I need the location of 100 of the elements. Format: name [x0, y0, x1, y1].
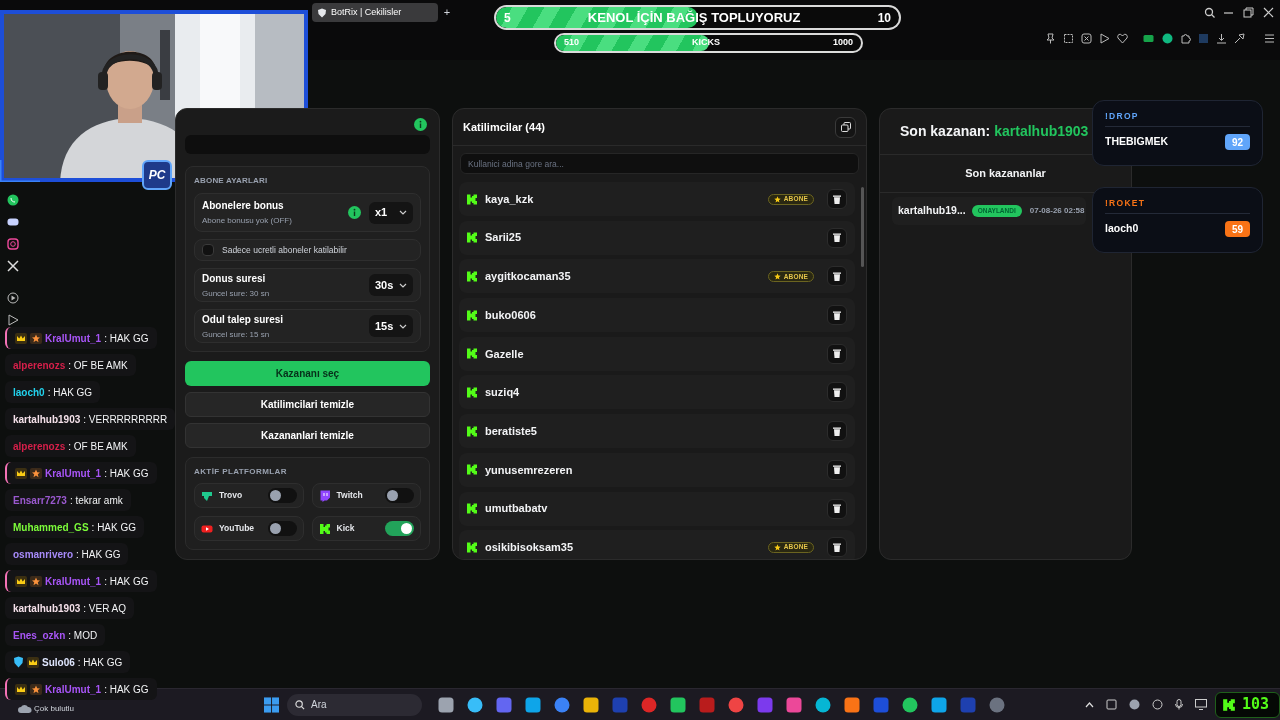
toggle-switch[interactable] [267, 521, 297, 536]
app-icon[interactable] [670, 696, 687, 713]
trash-icon [833, 233, 841, 243]
trash-icon [833, 194, 841, 204]
play-circle-icon[interactable] [7, 292, 19, 304]
toggle-switch[interactable] [267, 488, 297, 503]
platform-name: YouTube [219, 522, 255, 535]
new-tab-button[interactable]: + [441, 5, 453, 19]
app-icon[interactable] [815, 696, 832, 713]
app-icon[interactable] [438, 696, 455, 713]
app-icon[interactable] [786, 696, 803, 713]
copy-button[interactable] [835, 116, 856, 138]
heart-icon[interactable] [1117, 33, 1128, 44]
delete-button[interactable] [827, 459, 847, 480]
app-icon[interactable] [583, 696, 600, 713]
section-title: AKTİF PLATFORMLAR [194, 466, 288, 477]
user-name: laoch0 [1105, 221, 1139, 237]
platform-icon [466, 269, 478, 283]
action-button[interactable]: Kazananlari temizle [185, 423, 430, 448]
menu-icon[interactable] [1264, 33, 1275, 44]
tray-icon[interactable] [1152, 699, 1164, 710]
delete-button[interactable] [827, 537, 847, 558]
download-icon[interactable] [1216, 33, 1227, 44]
app-icon[interactable] [844, 696, 861, 713]
platform-icon [466, 463, 478, 477]
delete-button[interactable] [827, 343, 847, 364]
pin-icon[interactable] [1045, 33, 1056, 44]
circle-icon[interactable] [1162, 33, 1173, 44]
panel-title: Katilimcilar (44) [463, 119, 545, 135]
star-icon [30, 332, 42, 344]
delete-button[interactable] [827, 498, 847, 519]
restore-icon[interactable] [1243, 7, 1254, 18]
message-text: : HAK GG [77, 655, 123, 670]
score-badge: 92 [1225, 134, 1250, 150]
scrollbar[interactable] [861, 187, 864, 267]
trash-icon [833, 271, 841, 281]
participant-row[interactable]: Gazelle [459, 336, 855, 371]
tray-icon[interactable] [1106, 699, 1118, 710]
delete-button[interactable] [827, 421, 847, 442]
search-field[interactable]: Ara [287, 693, 423, 716]
participant-row[interactable]: buko0606 [459, 298, 855, 333]
delete-button[interactable] [827, 189, 847, 209]
close-icon[interactable] [1263, 7, 1274, 18]
checkbox[interactable] [202, 244, 214, 256]
participant-row[interactable]: Sarii25 [459, 220, 855, 255]
app-icon[interactable] [496, 696, 513, 713]
app-icon[interactable] [902, 696, 919, 713]
user-name: THEBIGMEK [1105, 134, 1168, 150]
browser-tab[interactable]: BotRix | Cekilisler [312, 3, 438, 22]
platform-icon [466, 424, 478, 438]
platform-icon [318, 489, 331, 502]
message-text: : VERRRRRRRRR [83, 412, 168, 427]
participant-row[interactable]: umutbabatv [459, 491, 855, 526]
toggle-switch[interactable] [385, 521, 414, 536]
delete-button[interactable] [827, 227, 847, 248]
delete-button[interactable] [827, 305, 847, 326]
app-icon[interactable] [554, 696, 571, 713]
select-dropdown[interactable]: 30s [369, 274, 413, 296]
toggle-switch[interactable] [385, 488, 414, 503]
winner-date: 07-08-26 02:58 [1029, 205, 1085, 217]
info-icon[interactable] [348, 206, 361, 219]
app-icon[interactable] [525, 696, 542, 713]
chat-username: KralUmut_1 [45, 682, 102, 697]
monitor-icon[interactable] [1195, 699, 1208, 710]
star-icon [30, 467, 42, 479]
delete-button[interactable] [827, 382, 847, 403]
chat-bubble-icon[interactable] [7, 194, 19, 206]
x-icon[interactable] [7, 260, 19, 272]
search-icon[interactable] [1204, 7, 1215, 18]
app-icon[interactable] [467, 696, 484, 713]
action-button[interactable]: Kazananı seç [185, 361, 430, 386]
windows-icon[interactable] [264, 696, 280, 713]
play-icon[interactable] [1099, 33, 1110, 44]
select-dropdown[interactable]: x1 [369, 201, 413, 224]
play-icon[interactable] [7, 314, 19, 326]
chat-username: KralUmut_1 [45, 574, 102, 589]
app-icon[interactable] [728, 696, 745, 713]
app-icon[interactable] [931, 696, 948, 713]
camera-icon[interactable] [7, 238, 19, 250]
chat-username: Enes_ozkn [13, 628, 66, 643]
crop-icon[interactable] [1063, 33, 1074, 44]
trash-icon [833, 426, 841, 436]
message-text: : OF BE AMK [68, 439, 128, 454]
action-button[interactable]: Katilimcilari temizle [185, 392, 430, 417]
participant-row[interactable]: yunusemrezeren [459, 452, 855, 487]
crown-icon [15, 332, 27, 344]
tray-icon[interactable] [1129, 699, 1141, 710]
microphone-icon[interactable] [1175, 699, 1184, 710]
participant-row[interactable]: beratiste5 [459, 414, 855, 449]
participant-name: beratiste5 [485, 423, 537, 439]
search-field[interactable]: Kullanici adina gore ara... [460, 153, 859, 174]
shield-icon [13, 656, 24, 668]
select-dropdown[interactable]: 15s [369, 315, 413, 337]
close-box-icon[interactable] [1081, 33, 1092, 44]
delete-button[interactable] [827, 266, 847, 287]
info-icon[interactable] [414, 118, 427, 131]
chevron-down-icon [399, 282, 407, 288]
participant-row[interactable]: suziq4 [459, 375, 855, 410]
chevron-up-icon[interactable] [1085, 701, 1095, 708]
trash-icon [833, 504, 841, 513]
